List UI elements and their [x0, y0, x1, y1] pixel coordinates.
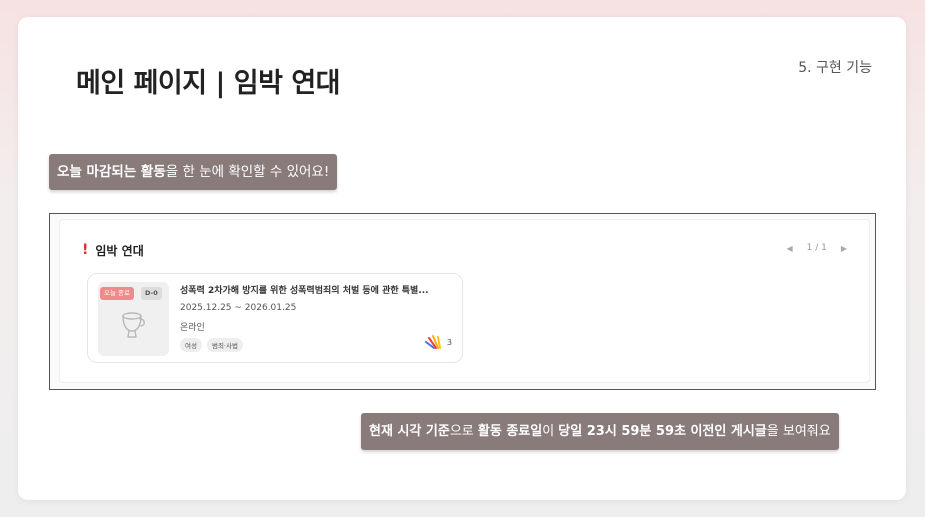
activity-card[interactable]: 오늘 종료 D-0 성폭력 2차가해 방지를 위한 성폭력범죄의 처벌 등에 관…: [87, 273, 463, 363]
next-page-icon[interactable]: ▶: [841, 244, 847, 253]
callout-bottom-bold-1: 현재 시각 기준: [369, 424, 450, 439]
callout-bottom-bold-3: 당일 23시 59분 59초 이전인 게시글: [558, 424, 767, 439]
page-indicator: 1 / 1: [806, 243, 827, 253]
callout-top-text: 을 한 눈에 확인할 수 있어요!: [165, 164, 330, 180]
urgent-solidarity-widget: ! 임박 연대 ◀ 1 / 1 ▶ 오늘 종료 D-0 성폭력 2차가해 방지를…: [59, 219, 870, 383]
callout-bottom-text-2: 이: [542, 424, 559, 439]
callout-bottom-text-1: 으로: [449, 424, 478, 439]
card-title: 성폭력 2차가해 방지를 위한 성폭력범죄의 처벌 등에 관한 특별...: [180, 286, 429, 296]
today-end-badge: 오늘 종료: [100, 287, 134, 300]
solidarity-count[interactable]: 3: [424, 335, 452, 350]
cup-icon: [122, 312, 145, 338]
tag-chip: 범죄·사법: [206, 338, 243, 352]
screenshot-frame: ! 임박 연대 ◀ 1 / 1 ▶ 오늘 종료 D-0 성폭력 2차가해 방지를…: [49, 213, 876, 390]
card-location-mode: 온라인: [180, 323, 205, 333]
like-count: 3: [446, 338, 452, 347]
callout-bottom-bold-2: 활동 종료일: [477, 424, 543, 439]
prev-page-icon[interactable]: ◀: [786, 244, 792, 253]
callout-top: 오늘 마감되는 활동을 한 눈에 확인할 수 있어요!: [49, 154, 338, 190]
card-tags: 여성 범죄·사법: [180, 338, 243, 352]
card-thumbnail: 오늘 종료 D-0: [98, 282, 169, 356]
callout-top-bold: 오늘 마감되는 활동: [57, 164, 166, 180]
tag-chip: 여성: [180, 338, 202, 352]
slide: 메인 페이지 | 임박 연대 5. 구현 기능 오늘 마감되는 활동을 한 눈에…: [18, 17, 906, 500]
widget-title: 임박 연대: [95, 243, 144, 258]
pager: ◀ 1 / 1 ▶: [786, 243, 847, 253]
page-title: 메인 페이지 | 임박 연대: [76, 68, 341, 99]
section-label: 5. 구현 기능: [798, 60, 872, 76]
solidarity-hands-icon: [424, 335, 441, 349]
callout-bottom-text-3: 을 보여줘요: [766, 424, 831, 439]
card-date-range: 2025.12.25 ~ 2026.01.25: [180, 303, 297, 313]
alert-icon: !: [82, 242, 89, 258]
dday-badge: D-0: [141, 287, 162, 300]
callout-bottom: 현재 시각 기준으로 활동 종료일이 당일 23시 59분 59초 이전인 게시…: [361, 413, 839, 450]
widget-header: ! 임박 연대: [82, 241, 144, 259]
